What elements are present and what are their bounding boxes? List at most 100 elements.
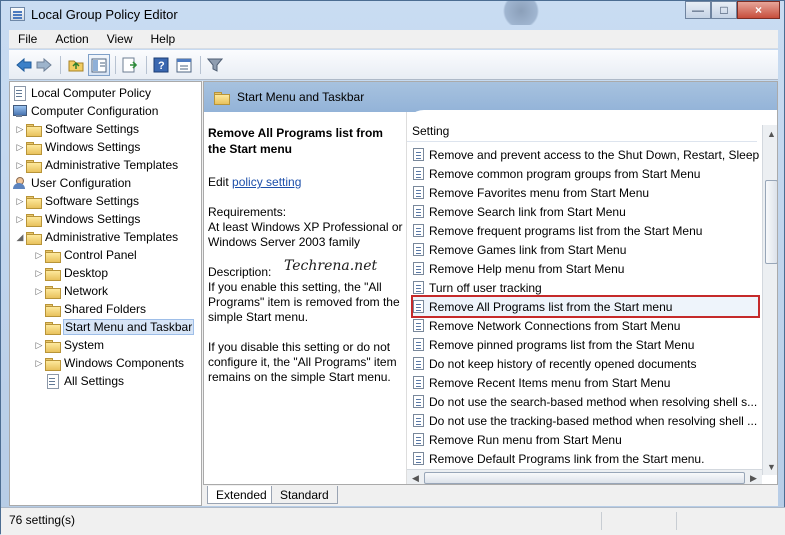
setting-count: 76 setting(s) [9, 513, 76, 527]
expand-arrow-icon[interactable]: ▷ [15, 196, 25, 206]
tree-item[interactable]: Computer Configuration [11, 102, 158, 120]
tree-item-label: User Configuration [31, 176, 132, 190]
setting-row[interactable]: Remove Help menu from Start Menu [413, 259, 759, 278]
expand-arrow-icon[interactable] [34, 376, 44, 386]
expand-arrow-icon[interactable] [34, 322, 44, 332]
tree-item-label: Windows Settings [45, 140, 141, 154]
tab-extended[interactable]: Extended [207, 486, 276, 504]
policy-setting-icon [413, 205, 424, 218]
watermark: Techrena.net [284, 258, 378, 274]
setting-row[interactable]: Remove Recent Items menu from Start Menu [413, 373, 759, 392]
tree-item[interactable]: ▷ Windows Settings [15, 138, 140, 156]
tree-item[interactable]: ◢ Administrative Templates [15, 228, 178, 246]
filter-button[interactable] [204, 54, 226, 76]
back-icon [16, 57, 32, 73]
setting-row[interactable]: Remove and prevent access to the Shut Do… [413, 145, 759, 164]
vertical-scroll-thumb[interactable] [765, 180, 777, 264]
expand-arrow-icon[interactable]: ▷ [15, 142, 25, 152]
expand-arrow-icon[interactable]: ▷ [34, 286, 44, 296]
setting-label: Remove Network Connections from Start Me… [429, 318, 681, 333]
tree-item[interactable]: Local Computer Policy [11, 84, 151, 102]
expand-arrow-icon[interactable]: ▷ [15, 124, 25, 134]
tree-item[interactable]: All Settings [34, 372, 124, 390]
status-panel [601, 512, 671, 530]
expand-arrow-icon[interactable]: ▷ [34, 358, 44, 368]
setting-row[interactable]: Remove Run menu from Start Menu [413, 430, 759, 449]
setting-row[interactable]: Remove Favorites menu from Start Menu [413, 183, 759, 202]
tree-item[interactable]: ▷ Windows Settings [15, 210, 140, 228]
forward-button[interactable] [33, 54, 55, 76]
close-button[interactable]: × [737, 1, 780, 19]
description: Description: If you enable this setting,… [208, 265, 404, 385]
expand-arrow-icon[interactable] [34, 304, 44, 314]
expand-arrow-icon[interactable]: ◢ [15, 232, 25, 242]
edit-policy-link[interactable]: policy setting [232, 175, 301, 189]
tree-item[interactable]: ▷ Software Settings [15, 120, 139, 138]
show-hide-tree-button[interactable] [88, 54, 110, 76]
tree-item[interactable]: Start Menu and Taskbar [34, 318, 195, 336]
extended-description-pane: Remove All Programs list from the Start … [204, 112, 407, 484]
setting-row[interactable]: Remove pinned programs list from the Sta… [413, 335, 759, 354]
setting-row[interactable]: Remove Default Programs link from the St… [413, 449, 759, 468]
tree-item[interactable]: ▷ Windows Components [34, 354, 184, 372]
horizontal-scrollbar[interactable]: ◀ ▶ [407, 469, 762, 484]
help-button[interactable]: ? [150, 54, 172, 76]
setting-column-header[interactable]: Setting [407, 124, 757, 142]
minimize-button[interactable]: — [685, 1, 711, 19]
back-button[interactable] [13, 54, 35, 76]
tree-item[interactable]: ▷ Network [34, 282, 108, 300]
help-icon: ? [153, 57, 169, 73]
setting-row[interactable]: Remove Games link from Start Menu [413, 240, 759, 259]
setting-row[interactable]: Remove Search link from Start Menu [413, 202, 759, 221]
setting-row[interactable]: Do not keep history of recently opened d… [413, 354, 759, 373]
scroll-up-icon[interactable]: ▲ [763, 125, 777, 142]
scroll-right-icon[interactable]: ▶ [745, 470, 762, 484]
expand-arrow-icon[interactable]: ▷ [15, 214, 25, 224]
tree-item[interactable]: ▷ Administrative Templates [15, 156, 178, 174]
menu-file[interactable]: File [9, 32, 46, 46]
tree-item[interactable]: ▷ System [34, 336, 104, 354]
folder-icon [25, 159, 42, 173]
status-panel [676, 512, 746, 530]
properties-button[interactable] [173, 54, 195, 76]
folder-icon [25, 195, 42, 209]
doc-tree-icon [11, 86, 27, 101]
up-one-level-button[interactable] [65, 54, 87, 76]
setting-row[interactable]: Remove common program groups from Start … [413, 164, 759, 183]
policy-setting-icon [413, 224, 424, 237]
horizontal-scroll-thumb[interactable] [424, 472, 745, 484]
vertical-scrollbar[interactable]: ▲ ▼ [762, 125, 777, 475]
setting-row[interactable]: Do not use the tracking-based method whe… [413, 411, 759, 430]
tree-item[interactable]: ▷ Software Settings [15, 192, 139, 210]
description-paragraph-1: If you enable this setting, the "All Pro… [208, 280, 400, 324]
setting-row[interactable]: Remove Network Connections from Start Me… [413, 316, 759, 335]
setting-row[interactable]: Turn off user tracking [413, 278, 759, 297]
scroll-left-icon[interactable]: ◀ [407, 470, 424, 484]
menu-help[interactable]: Help [142, 32, 185, 46]
window-controls: — □ × [685, 1, 780, 21]
tree-item[interactable]: ▷ Desktop [34, 264, 108, 282]
title-bar[interactable]: Local Group Policy Editor — □ × [1, 1, 785, 29]
tree-item[interactable]: ▷ Control Panel [34, 246, 137, 264]
computer-icon [11, 104, 27, 118]
setting-row[interactable]: Do not use the search-based method when … [413, 392, 759, 411]
maximize-button[interactable]: □ [711, 1, 737, 19]
expand-arrow-icon[interactable]: ▷ [34, 268, 44, 278]
scroll-down-icon[interactable]: ▼ [763, 458, 777, 475]
setting-row[interactable]: Remove frequent programs list from the S… [413, 221, 759, 240]
setting-label: Remove and prevent access to the Shut Do… [429, 147, 759, 162]
tree-item[interactable]: Shared Folders [34, 300, 146, 318]
folder-icon [44, 339, 61, 353]
tab-standard[interactable]: Standard [271, 486, 338, 504]
setting-row[interactable]: Remove All Programs list from the Start … [411, 295, 760, 318]
expand-arrow-icon[interactable]: ▷ [34, 250, 44, 260]
menu-action[interactable]: Action [46, 32, 97, 46]
setting-label: Remove Search link from Start Menu [429, 204, 626, 219]
setting-label: Remove All Programs list from the Start … [429, 299, 673, 314]
folder-icon [44, 249, 61, 263]
export-list-button[interactable] [120, 54, 142, 76]
expand-arrow-icon[interactable]: ▷ [34, 340, 44, 350]
expand-arrow-icon[interactable]: ▷ [15, 160, 25, 170]
menu-view[interactable]: View [98, 32, 142, 46]
tree-item[interactable]: User Configuration [11, 174, 131, 192]
